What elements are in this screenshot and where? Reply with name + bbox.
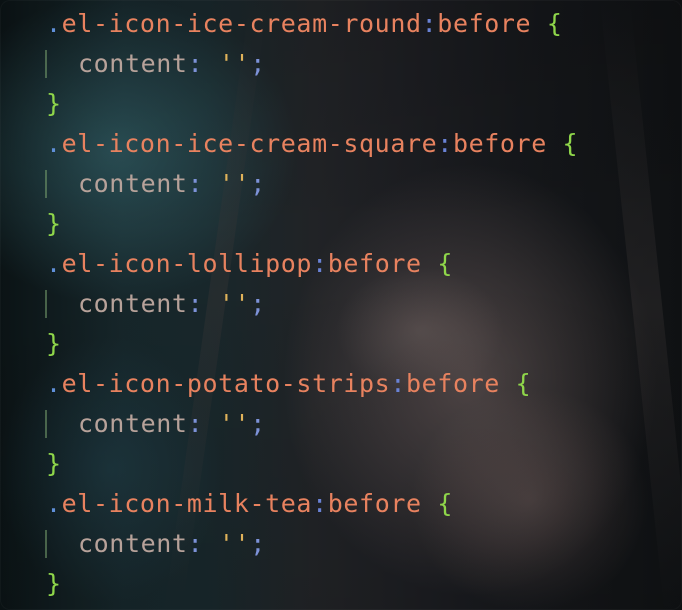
property-name: content xyxy=(78,49,188,78)
indent-guide xyxy=(45,50,47,78)
property-name: content xyxy=(78,409,188,438)
selector-line[interactable]: .el-icon-potato-strips:before { xyxy=(0,364,682,404)
pseudo-element: before xyxy=(327,249,422,278)
class-selector: el-icon-milk-tea xyxy=(61,489,313,518)
class-selector: el-icon-ice-cream-square xyxy=(61,129,438,158)
property-name: content xyxy=(78,289,188,318)
closing-brace-line[interactable]: } xyxy=(0,324,682,364)
string-quote-open: ' xyxy=(218,169,235,198)
semicolon: ; xyxy=(250,409,266,438)
close-brace: } xyxy=(46,209,62,238)
property-colon: : xyxy=(187,289,204,318)
pseudo-colon: : xyxy=(312,489,328,518)
selector-line[interactable]: .el-icon-lollipop:before { xyxy=(0,244,682,284)
string-quote-close: ' xyxy=(234,289,251,318)
string-quote-open: ' xyxy=(218,289,235,318)
close-brace: } xyxy=(46,569,62,598)
class-dot: . xyxy=(46,129,62,158)
open-brace: { xyxy=(437,489,453,518)
declaration-line[interactable]: content: ''; xyxy=(0,164,682,204)
open-brace: { xyxy=(546,9,563,38)
indent-guide xyxy=(45,170,47,198)
declaration-line[interactable]: content: ''; xyxy=(0,404,682,444)
pseudo-element: before xyxy=(452,129,547,158)
pseudo-colon: : xyxy=(437,129,453,158)
closing-brace-line[interactable]: } xyxy=(0,204,682,244)
string-quote-close: ' xyxy=(234,169,251,198)
close-brace: } xyxy=(46,89,62,118)
class-dot: . xyxy=(46,369,62,398)
open-brace: { xyxy=(515,369,532,398)
string-quote-open: ' xyxy=(218,529,235,558)
selector-line[interactable]: .el-icon-ice-cream-square:before { xyxy=(0,124,682,164)
close-brace: } xyxy=(46,329,62,358)
class-dot: . xyxy=(46,249,62,278)
class-dot: . xyxy=(46,9,62,38)
open-brace: { xyxy=(437,249,453,278)
pseudo-element: before xyxy=(437,9,532,38)
property-colon: : xyxy=(187,49,204,78)
property-colon: : xyxy=(187,529,204,558)
string-quote-close: ' xyxy=(234,409,251,438)
pseudo-colon: : xyxy=(421,9,438,38)
property-colon: : xyxy=(187,409,204,438)
indent-guide xyxy=(45,410,47,438)
selector-line[interactable]: .el-icon-ice-cream-round:before { xyxy=(0,4,682,44)
close-brace: } xyxy=(46,449,62,478)
code-editor[interactable]: .el-icon-ice-cream-round:before { conten… xyxy=(0,4,682,604)
class-dot: . xyxy=(46,489,62,518)
selector-line[interactable]: .el-icon-milk-tea:before { xyxy=(0,484,682,524)
pseudo-element: before xyxy=(406,369,500,398)
declaration-line[interactable]: content: ''; xyxy=(0,524,682,564)
semicolon: ; xyxy=(250,529,266,558)
string-quote-close: ' xyxy=(234,529,251,558)
semicolon: ; xyxy=(250,289,266,318)
property-name: content xyxy=(78,529,188,558)
string-quote-open: ' xyxy=(218,49,235,78)
pseudo-colon: : xyxy=(390,369,406,398)
indent-guide xyxy=(45,290,47,318)
closing-brace-line[interactable]: } xyxy=(0,444,682,484)
closing-brace-line[interactable]: } xyxy=(0,84,682,124)
class-selector: el-icon-lollipop xyxy=(61,249,313,278)
string-quote-close: ' xyxy=(234,49,251,78)
semicolon: ; xyxy=(250,169,266,198)
pseudo-element: before xyxy=(327,489,422,518)
property-name: content xyxy=(78,169,188,198)
class-selector: el-icon-ice-cream-round xyxy=(61,9,422,38)
declaration-line[interactable]: content: ''; xyxy=(0,44,682,84)
open-brace: { xyxy=(562,129,579,158)
closing-brace-line[interactable]: } xyxy=(0,564,682,604)
declaration-line[interactable]: content: ''; xyxy=(0,284,682,324)
string-quote-open: ' xyxy=(218,409,235,438)
indent-guide xyxy=(45,530,47,558)
semicolon: ; xyxy=(250,49,266,78)
class-selector: el-icon-potato-strips xyxy=(61,369,391,398)
property-colon: : xyxy=(187,169,204,198)
pseudo-colon: : xyxy=(312,249,328,278)
